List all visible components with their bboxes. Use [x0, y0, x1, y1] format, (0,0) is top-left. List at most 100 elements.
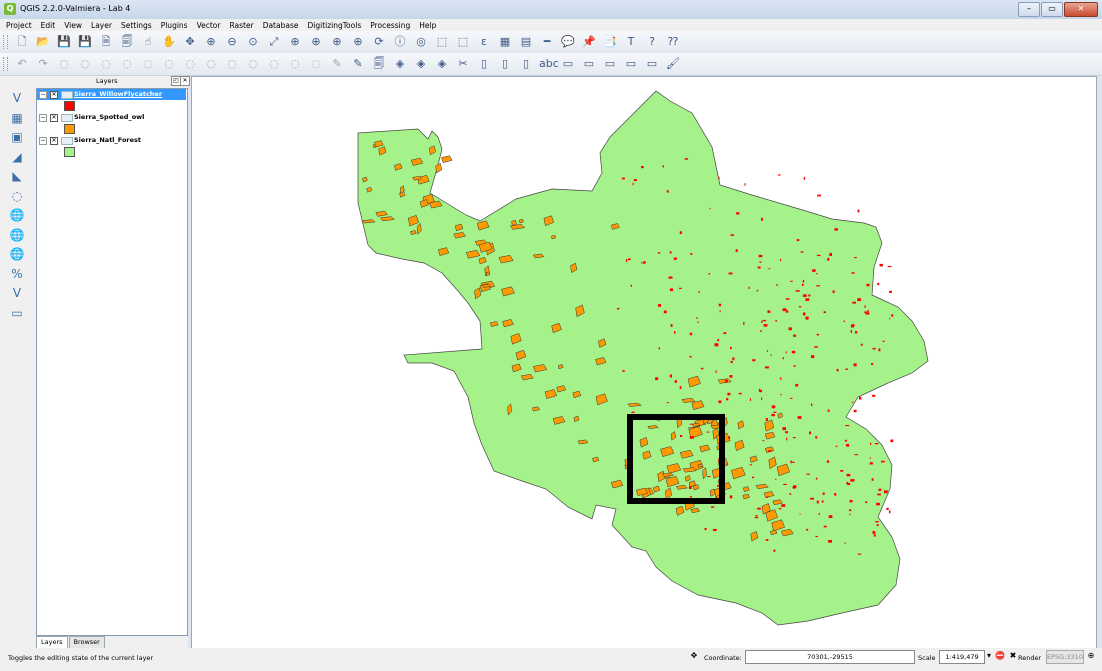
- minimize-button[interactable]: –: [1018, 2, 1040, 17]
- add-spatialite-layer-icon[interactable]: ◢: [8, 149, 26, 165]
- close-button[interactable]: ✕: [1064, 2, 1098, 17]
- close-panel-icon[interactable]: ✕: [180, 76, 190, 86]
- toolbar-grip[interactable]: [3, 35, 8, 49]
- node-tool-icon[interactable]: ◈: [434, 56, 450, 72]
- zoom-next-icon[interactable]: ⊕: [350, 34, 366, 50]
- menu-plugins[interactable]: Plugins: [155, 21, 191, 30]
- map-tips-icon[interactable]: 💬: [560, 34, 576, 50]
- remove-layer-icon[interactable]: ▭: [8, 305, 26, 321]
- undo-icon[interactable]: ↶: [14, 56, 30, 72]
- crs-status-button[interactable]: EPSG:3310: [1046, 650, 1084, 664]
- attribute-table-icon[interactable]: ▦: [497, 34, 513, 50]
- add-feature-icon[interactable]: ◈: [392, 56, 408, 72]
- zoom-full-icon[interactable]: ⤢: [266, 34, 282, 50]
- show-hide-labels-icon[interactable]: ▭: [581, 56, 597, 72]
- copy-features-icon[interactable]: ▯: [497, 56, 513, 72]
- pan-to-selection-icon[interactable]: ✥: [182, 34, 198, 50]
- new-bookmark-icon[interactable]: 📌: [581, 34, 597, 50]
- reshape-icon[interactable]: ◌: [161, 56, 177, 72]
- map-canvas[interactable]: [191, 76, 1097, 650]
- move-label-icon[interactable]: ▭: [602, 56, 618, 72]
- menu-processing[interactable]: Processing: [364, 21, 413, 30]
- add-ring-icon[interactable]: ◌: [56, 56, 72, 72]
- text-annotation-icon[interactable]: T: [623, 34, 639, 50]
- zoom-last-icon[interactable]: ⊕: [329, 34, 345, 50]
- menu-view[interactable]: View: [58, 21, 85, 30]
- add-delimited-text-icon[interactable]: %: [8, 266, 26, 282]
- maximize-button[interactable]: ▭: [1041, 2, 1063, 17]
- coordinate-field[interactable]: 70301,-29515: [745, 650, 915, 664]
- touch-zoom-icon[interactable]: ☝: [140, 34, 156, 50]
- delete-part-icon[interactable]: ◌: [140, 56, 156, 72]
- collapse-icon[interactable]: −: [39, 114, 47, 122]
- deselect-icon[interactable]: ⬚: [455, 34, 471, 50]
- save-as-icon[interactable]: 💾: [77, 34, 93, 50]
- pan-icon[interactable]: ✋: [161, 34, 177, 50]
- merge-attributes-icon[interactable]: ◌: [266, 56, 282, 72]
- show-bookmarks-icon[interactable]: 📑: [602, 34, 618, 50]
- brush-icon[interactable]: 🖌: [665, 56, 681, 72]
- zoom-out-icon[interactable]: ⊖: [224, 34, 240, 50]
- tab-layers[interactable]: Layers: [36, 636, 68, 648]
- expression-select-icon[interactable]: ε: [476, 34, 492, 50]
- message-log-icon[interactable]: ⊕: [1085, 650, 1097, 662]
- collapse-icon[interactable]: −: [39, 91, 47, 99]
- layer-item-willowflycatcher[interactable]: − ✕ Sierra_WillowFlycatcher: [37, 89, 186, 100]
- label-icon[interactable]: abc: [539, 56, 559, 72]
- pin-labels-icon[interactable]: ▭: [560, 56, 576, 72]
- new-shapefile-icon[interactable]: V: [8, 285, 26, 301]
- offset-curve-icon[interactable]: ◌: [182, 56, 198, 72]
- menu-database[interactable]: Database: [257, 21, 302, 30]
- new-print-composer-icon[interactable]: 🗎: [98, 34, 114, 50]
- menu-help[interactable]: Help: [413, 21, 439, 30]
- measure-icon[interactable]: ◎: [413, 34, 429, 50]
- split-features-icon[interactable]: ◌: [203, 56, 219, 72]
- rotate-point-icon[interactable]: ◌: [287, 56, 303, 72]
- redo-icon[interactable]: ↷: [35, 56, 51, 72]
- select-icon[interactable]: ⬚: [434, 34, 450, 50]
- delete-selected-icon[interactable]: ✂: [455, 56, 471, 72]
- add-wms-layer-icon[interactable]: 🌐: [8, 207, 26, 223]
- menu-raster[interactable]: Raster: [223, 21, 256, 30]
- add-postgis-layer-icon[interactable]: ▣: [8, 129, 26, 145]
- layer-item-spotted-owl[interactable]: − ✕ Sierra_Spotted_owl: [37, 112, 186, 123]
- delete-ring-icon[interactable]: ◌: [119, 56, 135, 72]
- zoom-to-selection-icon[interactable]: ⊕: [287, 34, 303, 50]
- measure-line-icon[interactable]: ━: [539, 34, 555, 50]
- identify-icon[interactable]: ⓘ: [392, 34, 408, 50]
- save-icon[interactable]: 💾: [56, 34, 72, 50]
- menu-vector[interactable]: Vector: [191, 21, 224, 30]
- paste-features-icon[interactable]: ▯: [518, 56, 534, 72]
- add-vector-layer-icon[interactable]: V: [8, 90, 26, 106]
- layer-item-natl-forest[interactable]: − ✕ Sierra_Natl_Forest: [37, 135, 186, 146]
- simplify-icon[interactable]: ◌: [308, 56, 324, 72]
- add-wcs-layer-icon[interactable]: 🌐: [8, 227, 26, 243]
- visibility-checkbox[interactable]: ✕: [50, 114, 58, 122]
- cut-features-icon[interactable]: ▯: [476, 56, 492, 72]
- open-project-icon[interactable]: 📂: [35, 34, 51, 50]
- fill-ring-icon[interactable]: ◌: [98, 56, 114, 72]
- coordinate-toggle-icon[interactable]: ✥: [688, 650, 700, 662]
- menu-project[interactable]: Project: [0, 21, 35, 30]
- scale-field[interactable]: 1:419,479: [939, 650, 985, 664]
- composer-manager-icon[interactable]: 🗐: [119, 34, 135, 50]
- tab-browser[interactable]: Browser: [68, 636, 105, 648]
- field-calculator-icon[interactable]: ▤: [518, 34, 534, 50]
- menu-layer[interactable]: Layer: [85, 21, 115, 30]
- move-feature-icon[interactable]: ◈: [413, 56, 429, 72]
- split-parts-icon[interactable]: ◌: [224, 56, 240, 72]
- new-project-icon[interactable]: 🗋: [14, 34, 30, 50]
- menu-edit[interactable]: Edit: [35, 21, 59, 30]
- zoom-to-layer-icon[interactable]: ⊕: [308, 34, 324, 50]
- zoom-in-icon[interactable]: ⊕: [203, 34, 219, 50]
- stop-render-icon[interactable]: ⛔: [994, 650, 1006, 662]
- add-part-icon[interactable]: ◌: [77, 56, 93, 72]
- add-wfs-layer-icon[interactable]: 🌐: [8, 246, 26, 262]
- visibility-checkbox[interactable]: ✕: [50, 137, 58, 145]
- add-oracle-layer-icon[interactable]: ◌: [8, 188, 26, 204]
- collapse-icon[interactable]: −: [39, 137, 47, 145]
- refresh-icon[interactable]: ⟳: [371, 34, 387, 50]
- zoom-actual-icon[interactable]: ⊙: [245, 34, 261, 50]
- menu-digitizingtools[interactable]: DigitizingTools: [301, 21, 364, 30]
- add-mssql-layer-icon[interactable]: ◣: [8, 168, 26, 184]
